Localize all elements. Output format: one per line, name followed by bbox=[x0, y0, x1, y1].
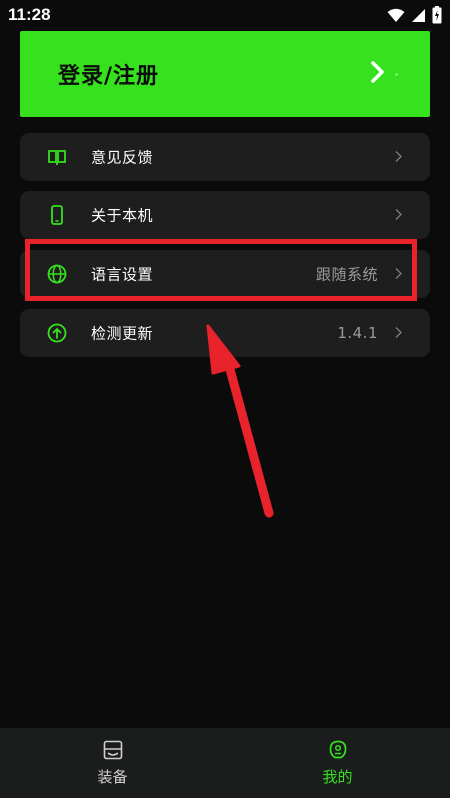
menu-item-feedback[interactable]: 意见反馈 bbox=[20, 133, 430, 181]
menu-item-check-update[interactable]: 检测更新 1.4.1 bbox=[20, 309, 430, 357]
status-time: 11:28 bbox=[8, 5, 51, 24]
status-icons bbox=[387, 5, 442, 25]
login-register-label: 登录/注册 bbox=[58, 64, 160, 89]
decor-dot bbox=[395, 73, 398, 76]
feedback-book-icon bbox=[47, 147, 67, 167]
menu-item-label: 检测更新 bbox=[91, 324, 154, 343]
signal-icon bbox=[411, 8, 426, 23]
menu-item-label: 关于本机 bbox=[91, 206, 154, 225]
globe-icon bbox=[47, 264, 67, 284]
menu-item-language-settings[interactable]: 语言设置 跟随系统 bbox=[20, 250, 430, 298]
version-value: 1.4.1 bbox=[337, 324, 378, 342]
tab-mine-label: 我的 bbox=[322, 768, 353, 786]
annotation-arrow bbox=[206, 324, 274, 518]
menu-item-label: 意见反馈 bbox=[91, 148, 154, 167]
status-bar: 11:28 bbox=[0, 0, 450, 30]
update-arrow-icon bbox=[47, 323, 67, 343]
chevron-right-icon bbox=[395, 324, 402, 343]
profile-icon bbox=[328, 740, 348, 764]
menu-item-about-device[interactable]: 关于本机 bbox=[20, 191, 430, 239]
chevron-right-icon bbox=[371, 61, 385, 87]
chevron-right-icon bbox=[395, 265, 402, 284]
equipment-icon bbox=[103, 740, 123, 764]
wifi-icon bbox=[387, 8, 405, 23]
tab-equipment-label: 装备 bbox=[97, 768, 128, 786]
battery-icon bbox=[432, 6, 442, 24]
phone-icon bbox=[47, 205, 67, 225]
menu-item-label: 语言设置 bbox=[91, 265, 154, 284]
chevron-right-icon bbox=[395, 206, 402, 225]
chevron-right-icon bbox=[395, 148, 402, 167]
tab-mine[interactable]: 我的 bbox=[225, 728, 450, 798]
language-value: 跟随系统 bbox=[315, 265, 378, 284]
tab-equipment[interactable]: 装备 bbox=[0, 728, 225, 798]
login-register-button[interactable]: 登录/注册 bbox=[20, 31, 430, 117]
bottom-nav: 装备 我的 bbox=[0, 728, 450, 798]
